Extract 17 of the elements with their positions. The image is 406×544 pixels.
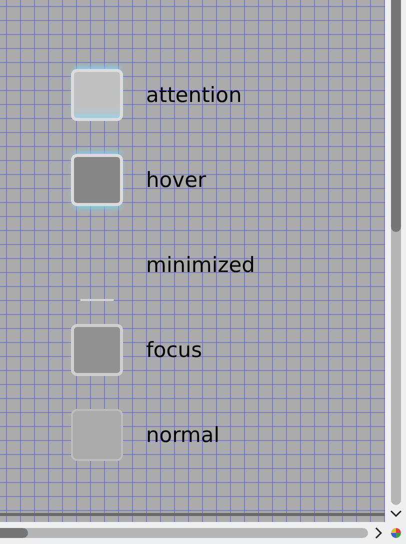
chevron-down-icon[interactable]: [390, 510, 402, 518]
state-label: normal: [146, 423, 220, 447]
window-thumbnail: [71, 324, 123, 376]
horizontal-scrollbar[interactable]: [0, 528, 368, 538]
minimized-indicator: [80, 299, 114, 301]
state-label: attention: [146, 83, 242, 107]
state-label: minimized: [146, 253, 255, 277]
window-thumbnail: [71, 69, 123, 121]
window-thumbnail: [71, 409, 123, 461]
scroll-thumb[interactable]: [391, 0, 401, 232]
chevron-right-icon[interactable]: [375, 527, 383, 539]
color-wheel-icon[interactable]: [391, 528, 401, 538]
vertical-scrollbar[interactable]: [391, 0, 401, 505]
window-thumbnail: [71, 154, 123, 206]
state-label: focus: [146, 338, 202, 362]
scroll-thumb[interactable]: [0, 528, 28, 538]
state-label: hover: [146, 168, 206, 192]
